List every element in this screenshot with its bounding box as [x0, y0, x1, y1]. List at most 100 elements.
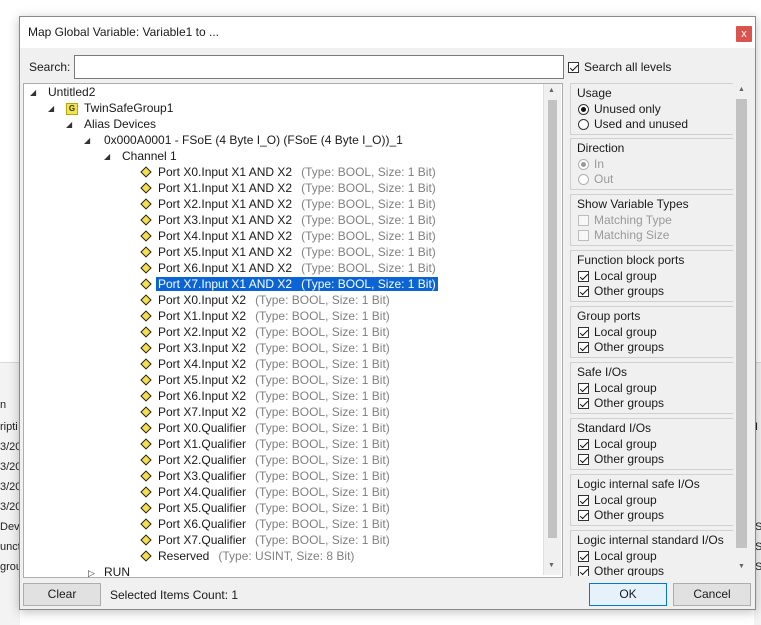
- gp-local-group-checkbox[interactable]: Local group: [578, 325, 657, 339]
- unused-only-radio[interactable]: Unused only: [578, 102, 661, 116]
- ok-button[interactable]: OK: [589, 583, 667, 606]
- tree-item-port[interactable]: Reserved (Type: USINT, Size: 8 Bit): [158, 548, 354, 564]
- tree-item-port[interactable]: Port X4.Input X1 AND X2 (Type: BOOL, Size…: [158, 228, 436, 244]
- group-title: Direction: [577, 141, 625, 155]
- expanded-arrow-icon[interactable]: ◢: [84, 136, 90, 145]
- tree-item-port[interactable]: Port X1.Qualifier (Type: BOOL, Size: 1 Bi…: [158, 436, 390, 452]
- options-scrollbar[interactable]: ▲ ▼: [733, 83, 750, 576]
- variable-icon: [140, 294, 152, 306]
- used-and-unused-radio[interactable]: Used and unused: [578, 117, 688, 131]
- group-ports-group: Group ports Local group Other groups: [570, 306, 734, 358]
- tree-item-group[interactable]: G TwinSafeGroup1: [66, 100, 173, 116]
- tree-item-port[interactable]: Port X5.Input X1 AND X2 (Type: BOOL, Size…: [158, 244, 436, 260]
- tree-item-root[interactable]: Untitled2: [48, 84, 95, 100]
- search-input[interactable]: [74, 55, 564, 79]
- tree-item-port[interactable]: Port X5.Input X2 (Type: BOOL, Size: 1 Bit…: [158, 372, 390, 388]
- tree-item-port[interactable]: Port X3.Input X1 AND X2 (Type: BOOL, Size…: [158, 212, 436, 228]
- checkbox-icon: [578, 327, 589, 339]
- cancel-button[interactable]: Cancel: [673, 583, 751, 606]
- close-button[interactable]: x: [736, 26, 752, 42]
- port-type: (Type: BOOL, Size: 1 Bit): [301, 213, 436, 227]
- tree-item-run[interactable]: RUN: [104, 564, 130, 577]
- clear-button[interactable]: Clear: [23, 583, 101, 606]
- scroll-down-icon[interactable]: ▼: [738, 563, 745, 570]
- expanded-arrow-icon[interactable]: ◢: [30, 88, 36, 97]
- tree-scrollbar[interactable]: ▲ ▼: [543, 84, 561, 575]
- tree-item-port[interactable]: Port X0.Qualifier (Type: BOOL, Size: 1 Bi…: [158, 420, 390, 436]
- fb-other-groups-checkbox[interactable]: Other groups: [578, 284, 664, 298]
- tree-item-port[interactable]: Port X4.Input X2 (Type: BOOL, Size: 1 Bit…: [158, 356, 390, 372]
- port-type: (Type: BOOL, Size: 1 Bit): [255, 533, 390, 547]
- tree-item-port[interactable]: Port X2.Input X1 AND X2 (Type: BOOL, Size…: [158, 196, 436, 212]
- tree-item-port[interactable]: Port X0.Input X2 (Type: BOOL, Size: 1 Bit…: [158, 292, 390, 308]
- port-type: (Type: BOOL, Size: 1 Bit): [301, 181, 436, 195]
- show-types-group: Show Variable Types Matching Type Matchi…: [570, 194, 734, 246]
- collapsed-arrow-icon[interactable]: ▷: [88, 568, 95, 577]
- scroll-down-icon[interactable]: ▼: [548, 562, 555, 569]
- scrollbar-thumb[interactable]: [736, 99, 747, 548]
- tree-item-port[interactable]: Port X7.Input X2 (Type: BOOL, Size: 1 Bit…: [158, 404, 390, 420]
- lstd-other-groups-checkbox[interactable]: Other groups: [578, 564, 664, 576]
- scrollbar-thumb[interactable]: [548, 100, 557, 538]
- checkbox-icon: [578, 215, 589, 227]
- matching-type-checkbox[interactable]: Matching Type: [578, 213, 672, 227]
- tree-item-port[interactable]: Port X3.Input X2 (Type: BOOL, Size: 1 Bit…: [158, 340, 390, 356]
- map-variable-dialog: Map Global Variable: Variable1 to ... x …: [19, 16, 756, 610]
- expanded-arrow-icon[interactable]: ◢: [66, 120, 72, 129]
- port-text: Port X4.Input X1 AND X2 (Type: BOOL, Size…: [158, 229, 436, 243]
- option-label: Local group: [594, 269, 657, 283]
- tree-item-port[interactable]: Port X5.Qualifier (Type: BOOL, Size: 1 Bi…: [158, 500, 390, 516]
- variable-icon: [140, 454, 152, 466]
- variable-icon: [140, 550, 152, 562]
- search-all-levels-checkbox[interactable]: Search all levels: [568, 60, 671, 74]
- tree-item-channel[interactable]: Channel 1: [122, 148, 177, 164]
- option-label: Local group: [594, 493, 657, 507]
- port-type: (Type: BOOL, Size: 1 Bit): [255, 469, 390, 483]
- direction-in-radio[interactable]: In: [578, 157, 604, 171]
- tree-item-port[interactable]: Port X2.Input X2 (Type: BOOL, Size: 1 Bit…: [158, 324, 390, 340]
- variable-icon: [140, 246, 152, 258]
- std-local-group-checkbox[interactable]: Local group: [578, 437, 657, 451]
- option-label: Other groups: [594, 284, 665, 298]
- matching-size-checkbox[interactable]: Matching Size: [578, 228, 669, 242]
- safe-local-group-checkbox[interactable]: Local group: [578, 381, 657, 395]
- std-other-groups-checkbox[interactable]: Other groups: [578, 452, 664, 466]
- tree-item-port[interactable]: Port X4.Qualifier (Type: BOOL, Size: 1 Bi…: [158, 484, 390, 500]
- port-name: Port X1.Qualifier: [158, 437, 247, 451]
- tree-item-label: TwinSafeGroup1: [84, 101, 174, 115]
- tree-item-port[interactable]: Port X7.Input X1 AND X2 (Type: BOOL, Size…: [155, 276, 439, 292]
- tree-item-alias[interactable]: Alias Devices: [84, 116, 156, 132]
- gp-other-groups-checkbox[interactable]: Other groups: [578, 340, 664, 354]
- tree-item-port[interactable]: Port X6.Input X1 AND X2 (Type: BOOL, Size…: [158, 260, 436, 276]
- tree-item-port[interactable]: Port X1.Input X1 AND X2 (Type: BOOL, Size…: [158, 180, 436, 196]
- tree-item-device[interactable]: 0x000A0001 - FSoE (4 Byte I_O) (FSoE (4 …: [104, 132, 403, 148]
- port-name: Port X2.Qualifier: [158, 453, 247, 467]
- tree-item-port[interactable]: Port X2.Qualifier (Type: BOOL, Size: 1 Bi…: [158, 452, 390, 468]
- variable-tree[interactable]: ◢ Untitled2 ◢ G TwinSafeGroup1 ◢ Alias De…: [23, 83, 563, 578]
- lstd-local-group-checkbox[interactable]: Local group: [578, 549, 657, 563]
- scroll-up-icon[interactable]: ▲: [548, 87, 555, 94]
- port-name: Port X7.Input X1 AND X2: [158, 277, 293, 291]
- ls-local-group-checkbox[interactable]: Local group: [578, 493, 657, 507]
- tree-item-port[interactable]: Port X1.Input X2 (Type: BOOL, Size: 1 Bit…: [158, 308, 390, 324]
- tree-item-port[interactable]: Port X6.Input X2 (Type: BOOL, Size: 1 Bit…: [158, 388, 390, 404]
- port-text: Port X6.Input X2 (Type: BOOL, Size: 1 Bit…: [158, 389, 390, 403]
- expanded-arrow-icon[interactable]: ◢: [48, 104, 54, 113]
- selected-port-highlight: Port X7.Input X1 AND X2 (Type: BOOL, Size…: [155, 276, 439, 292]
- scroll-up-icon[interactable]: ▲: [738, 86, 745, 93]
- expanded-arrow-icon[interactable]: ◢: [104, 152, 110, 161]
- ls-other-groups-checkbox[interactable]: Other groups: [578, 508, 664, 522]
- tree-item-port[interactable]: Port X7.Qualifier (Type: BOOL, Size: 1 Bi…: [158, 532, 390, 548]
- tree-item-port[interactable]: Port X3.Qualifier (Type: BOOL, Size: 1 Bi…: [158, 468, 390, 484]
- checkbox-icon: [578, 454, 589, 466]
- tree-item-port[interactable]: Port X0.Input X1 AND X2 (Type: BOOL, Size…: [158, 164, 436, 180]
- fb-local-group-checkbox[interactable]: Local group: [578, 269, 657, 283]
- port-text: Port X5.Input X2 (Type: BOOL, Size: 1 Bit…: [158, 373, 390, 387]
- option-label: Matching Size: [594, 228, 670, 242]
- tree-item-port[interactable]: Port X6.Qualifier (Type: BOOL, Size: 1 Bi…: [158, 516, 390, 532]
- radio-icon: [578, 119, 589, 131]
- group-title: Logic internal safe I/Os: [577, 477, 700, 491]
- variable-icon: [140, 182, 152, 194]
- direction-out-radio[interactable]: Out: [578, 172, 613, 186]
- safe-other-groups-checkbox[interactable]: Other groups: [578, 396, 664, 410]
